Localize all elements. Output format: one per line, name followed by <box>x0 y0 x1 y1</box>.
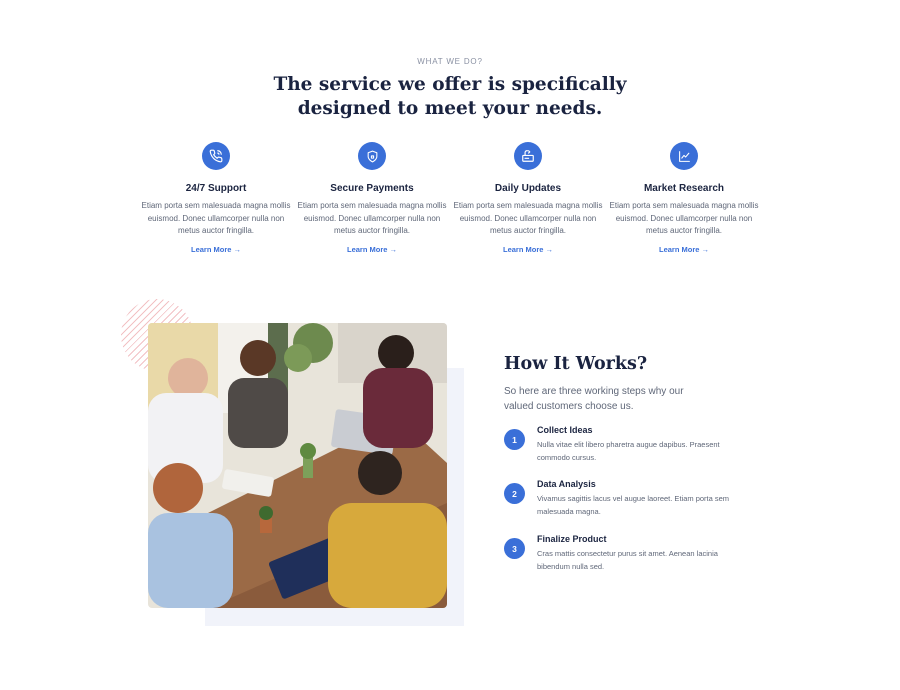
service-card-payments: Secure Payments Etiam porta sem malesuad… <box>297 142 447 257</box>
service-description: Etiam porta sem malesuada magna mollis e… <box>141 201 291 236</box>
step-number-badge: 2 <box>504 483 525 504</box>
step-number-badge: 3 <box>504 538 525 559</box>
step-description: Vivamus sagittis lacus vel augue laoreet… <box>537 494 730 516</box>
update-icon <box>514 142 542 170</box>
service-card-research: Market Research Etiam porta sem malesuad… <box>609 142 759 257</box>
step-item: 1 Collect Ideas Nulla vitae elit libero … <box>504 425 744 477</box>
step-description: Cras mattis consectetur purus sit amet. … <box>537 549 718 571</box>
service-card-support: 24/7 Support Etiam porta sem malesuada m… <box>141 142 291 257</box>
service-title: 24/7 Support <box>185 183 247 194</box>
learn-more-link[interactable]: Learn More → <box>503 245 553 254</box>
service-title: Market Research <box>643 183 725 194</box>
step-item: 2 Data Analysis Vivamus sagittis lacus v… <box>504 479 744 531</box>
learn-more-link[interactable]: Learn More → <box>659 245 709 254</box>
learn-more-link[interactable]: Learn More → <box>191 245 241 254</box>
service-description: Etiam porta sem malesuada magna mollis e… <box>453 201 603 236</box>
service-card-updates: Daily Updates Etiam porta sem malesuada … <box>453 142 603 257</box>
service-title: Daily Updates <box>494 183 562 194</box>
service-description: Etiam porta sem malesuada magna mollis e… <box>609 201 759 236</box>
team-meeting-photo <box>148 323 447 608</box>
how-it-works-title: How It Works? <box>504 354 648 374</box>
step-title: Data Analysis <box>537 479 596 489</box>
step-title: Finalize Product <box>537 534 607 544</box>
shield-icon <box>358 142 386 170</box>
step-item: 3 Finalize Product Cras mattis consectet… <box>504 534 744 586</box>
chart-icon <box>670 142 698 170</box>
section-eyebrow: WHAT WE DO? <box>417 57 483 66</box>
how-it-works-subtitle: So here are three working steps why our … <box>504 386 684 412</box>
section-headline: The service we offer is specifically des… <box>273 74 627 119</box>
service-description: Etiam porta sem malesuada magna mollis e… <box>297 201 447 236</box>
phone-icon <box>202 142 230 170</box>
step-number-badge: 1 <box>504 429 525 450</box>
step-title: Collect Ideas <box>537 425 593 435</box>
learn-more-link[interactable]: Learn More → <box>347 245 397 254</box>
service-title: Secure Payments <box>330 183 414 194</box>
step-description: Nulla vitae elit libero pharetra augue d… <box>537 440 720 462</box>
